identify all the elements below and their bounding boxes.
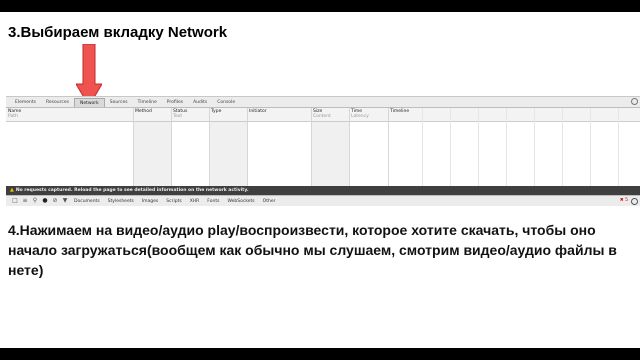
col-type[interactable]: Type bbox=[211, 109, 221, 114]
timeline-gridline bbox=[562, 108, 563, 186]
tab-resources[interactable]: Resources bbox=[41, 98, 74, 107]
timeline-gridline bbox=[422, 108, 423, 186]
grid-shade bbox=[133, 122, 171, 186]
record-icon[interactable]: ● bbox=[40, 196, 50, 206]
search-icon[interactable]: ⚲ bbox=[30, 196, 40, 206]
devtools-panel: Elements Resources Network Sources Timel… bbox=[6, 96, 640, 206]
timeline-gridline bbox=[590, 108, 591, 186]
status-message: No requests captured. Reload the page to… bbox=[15, 188, 249, 193]
filter-websockets[interactable]: WebSockets bbox=[223, 197, 258, 206]
col-divider bbox=[311, 108, 312, 186]
slide: 3.Выбираем вкладку Network Elements Reso… bbox=[0, 12, 640, 348]
col-method[interactable]: Method bbox=[135, 109, 152, 114]
dock-icon[interactable]: □ bbox=[10, 196, 20, 206]
step-description: 4.Нажимаем на видео/аудио play/воспроизв… bbox=[8, 222, 617, 278]
error-count-badge[interactable]: ✖ 5 bbox=[620, 198, 628, 203]
filter-documents[interactable]: Documents bbox=[70, 197, 104, 206]
error-count: 5 bbox=[625, 198, 628, 203]
col-divider bbox=[209, 108, 210, 186]
timeline-gridline bbox=[450, 108, 451, 186]
timeline-gridline bbox=[506, 108, 507, 186]
filter-icon[interactable]: ▼ bbox=[60, 196, 70, 206]
tab-elements[interactable]: Elements bbox=[10, 98, 41, 107]
timeline-gridline bbox=[478, 108, 479, 186]
network-grid-header: Name Path Method Status Text Type Initiato… bbox=[6, 108, 640, 122]
warning-icon: ▲ bbox=[10, 187, 14, 193]
col-divider bbox=[388, 108, 389, 186]
devtools-tabbar: Elements Resources Network Sources Timel… bbox=[6, 97, 640, 108]
tab-timeline[interactable]: Timeline bbox=[133, 98, 162, 107]
tab-audits[interactable]: Audits bbox=[188, 98, 212, 107]
timeline-gridline bbox=[534, 108, 535, 186]
filter-scripts[interactable]: Scripts bbox=[162, 197, 185, 206]
timeline-gridline bbox=[618, 108, 619, 186]
grid-shade bbox=[209, 122, 247, 186]
grid-shade bbox=[311, 122, 349, 186]
tab-network[interactable]: Network bbox=[73, 97, 105, 107]
col-divider bbox=[247, 108, 248, 186]
tab-profiles[interactable]: Profiles bbox=[162, 98, 188, 107]
filter-images[interactable]: Images bbox=[138, 197, 162, 206]
col-divider bbox=[133, 108, 134, 186]
bottom-toolbar: □ ≡ ⚲ ● ⊘ ▼ Documents Stylesheets Images… bbox=[6, 195, 640, 206]
filter-other[interactable]: Other bbox=[259, 197, 280, 206]
col-name[interactable]: Name Path bbox=[8, 109, 21, 119]
status-bar: ▲ No requests captured. Reload the page … bbox=[6, 186, 640, 195]
col-time[interactable]: Time Latency bbox=[351, 109, 369, 119]
col-divider bbox=[171, 108, 172, 186]
col-divider bbox=[349, 108, 350, 186]
settings-gear-icon[interactable] bbox=[631, 198, 638, 205]
console-drawer-icon[interactable]: ≡ bbox=[20, 196, 30, 206]
col-size[interactable]: Size Content bbox=[313, 109, 331, 119]
step-title: 3.Выбираем вкладку Network bbox=[8, 24, 228, 41]
clear-icon[interactable]: ⊘ bbox=[50, 196, 60, 206]
settings-gear-icon[interactable] bbox=[631, 98, 638, 105]
filter-fonts[interactable]: Fonts bbox=[203, 197, 223, 206]
col-status[interactable]: Status Text bbox=[173, 109, 187, 119]
col-timeline[interactable]: Timeline bbox=[390, 109, 409, 114]
col-initiator[interactable]: Initiator bbox=[249, 109, 267, 114]
tab-sources[interactable]: Sources bbox=[105, 98, 133, 107]
filter-xhr[interactable]: XHR bbox=[186, 197, 204, 206]
tab-console[interactable]: Console bbox=[212, 98, 240, 107]
filter-stylesheets[interactable]: Stylesheets bbox=[104, 197, 138, 206]
